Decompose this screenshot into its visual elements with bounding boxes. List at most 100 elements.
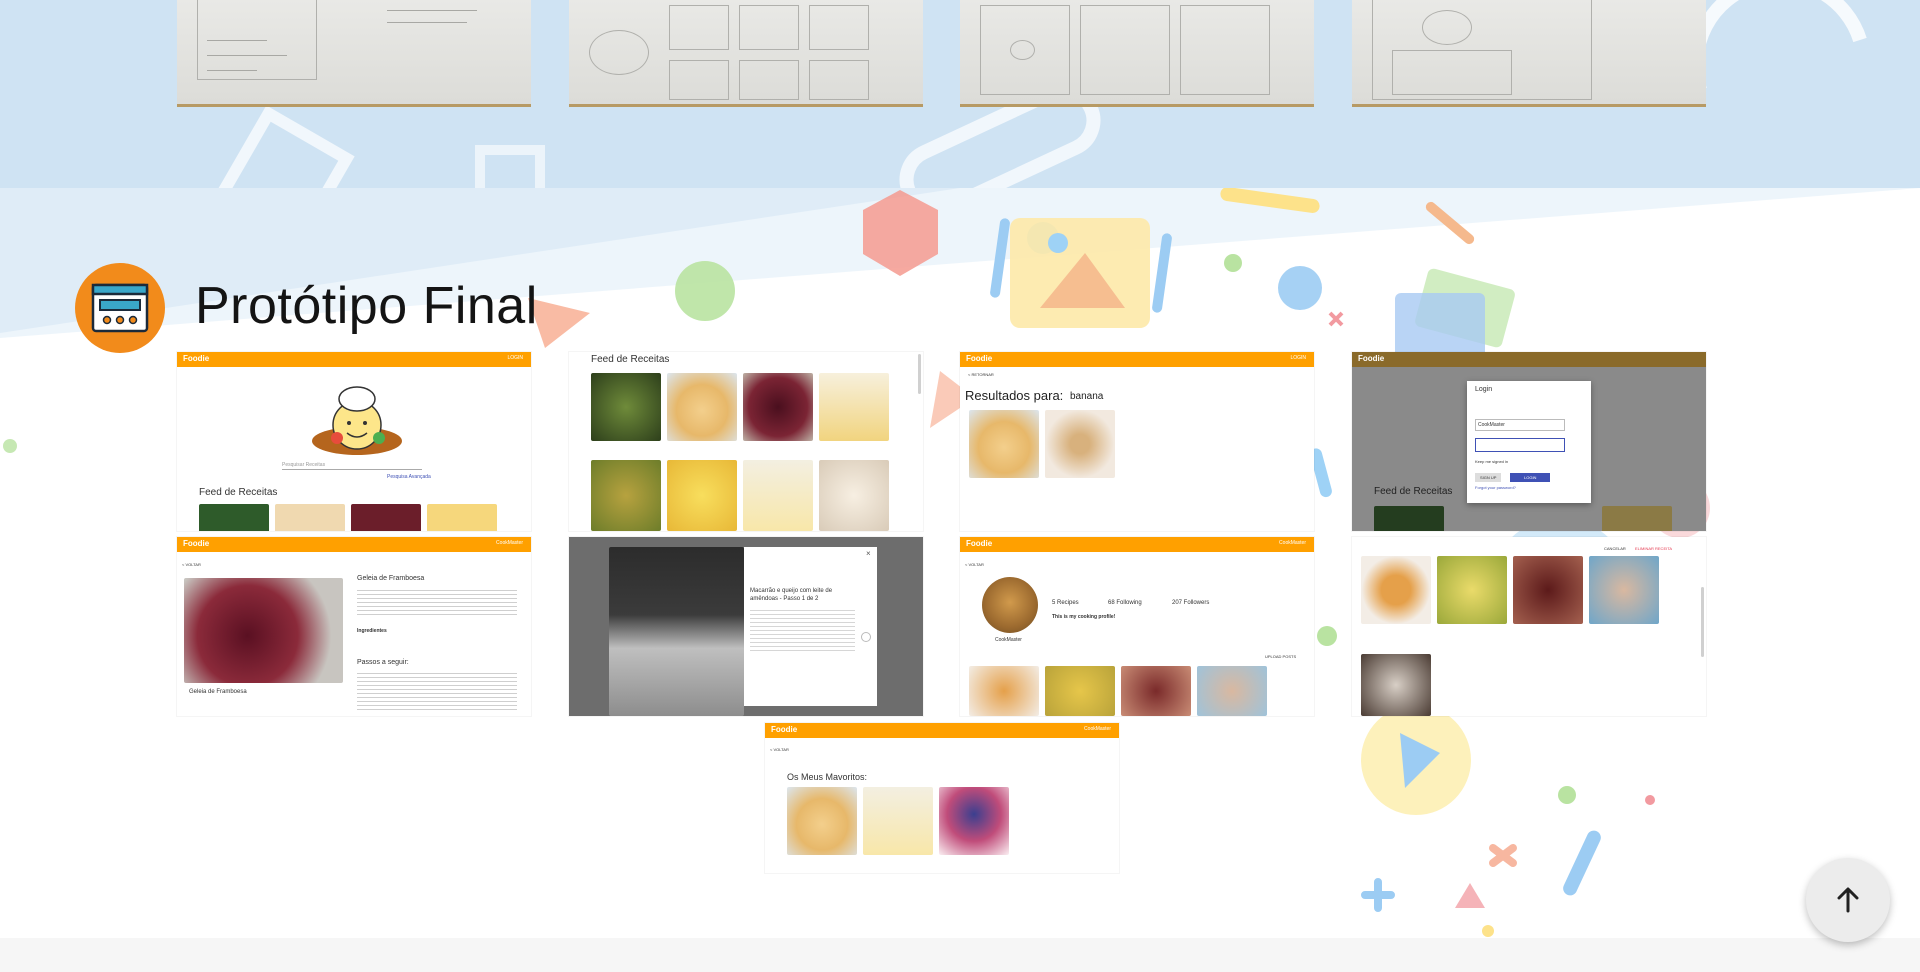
step-dialog-close[interactable]: × xyxy=(866,549,871,558)
feed-title: Feed de Receitas xyxy=(199,487,278,498)
browser-window-icon xyxy=(75,263,165,353)
scroll-to-top-button[interactable] xyxy=(1806,858,1890,942)
recipe-steps-text xyxy=(357,670,517,710)
nav-user: CookMaster xyxy=(496,540,523,546)
nav-user: CookMaster xyxy=(1084,726,1111,732)
recipe-thumb[interactable] xyxy=(1437,556,1507,624)
username-field[interactable]: CookMaster xyxy=(1475,419,1565,431)
back-link[interactable]: < VOLTAR xyxy=(182,562,201,567)
results-query: banana xyxy=(1070,391,1104,402)
screenshot-feed[interactable]: Feed de Receitas xyxy=(569,352,923,531)
login-dialog: Login CookMaster Keep me signed in SIGN … xyxy=(1467,381,1591,503)
screenshot-search-results[interactable]: Foodie LOGIN < RETORNAR Resultados para:… xyxy=(960,352,1314,531)
login-link: LOGIN xyxy=(1290,355,1306,361)
steps-heading: Passos a seguir: xyxy=(357,659,409,666)
brand-logo: Foodie xyxy=(966,539,993,548)
screenshot-favorites[interactable]: Foodie CookMaster < VOLTAR Os Meus Mavor… xyxy=(765,723,1119,873)
back-link[interactable]: < VOLTAR xyxy=(770,747,789,752)
recipe-thumb[interactable] xyxy=(743,460,813,531)
screenshot-recipe-detail[interactable]: Foodie CookMaster < VOLTAR Geleia de Fra… xyxy=(177,537,531,716)
back-link[interactable]: < RETORNAR xyxy=(968,372,994,377)
app-bar: Foodie CookMaster xyxy=(765,723,1119,738)
app-bar: Foodie LOGIN xyxy=(960,352,1314,367)
login-button[interactable]: LOGIN xyxy=(1510,473,1551,482)
step-title: Macarrão e queijo com leite de amêndoas … xyxy=(750,588,833,602)
screenshot-home[interactable]: Foodie LOGIN Pesquisar Receitas Pesquisa… xyxy=(177,352,531,531)
forgot-password-link[interactable]: Forgot your password? xyxy=(1475,485,1516,490)
recipe-thumb[interactable] xyxy=(819,373,889,441)
recipe-thumb[interactable] xyxy=(1361,654,1431,716)
favorites-title: Os Meus Mavoritos: xyxy=(787,772,868,782)
scrollbar[interactable] xyxy=(918,354,921,394)
arrow-up-icon xyxy=(1837,887,1859,913)
nav-user: CookMaster xyxy=(1279,540,1306,546)
brand-logo: Foodie xyxy=(966,354,993,363)
recipe-thumb[interactable] xyxy=(969,666,1039,716)
followers-count: 207 Followers xyxy=(1172,600,1210,606)
sketch-photo-3[interactable] xyxy=(960,0,1314,107)
recipe-text-block xyxy=(357,587,517,617)
search-input[interactable]: Pesquisar Receitas xyxy=(282,462,422,470)
login-heading: Login xyxy=(1475,386,1493,393)
app-bar: Foodie CookMaster xyxy=(177,537,531,552)
cancel-button[interactable]: CANCELAR xyxy=(1604,546,1626,551)
next-step-button[interactable] xyxy=(861,632,871,642)
recipe-thumb[interactable] xyxy=(819,460,889,531)
recipe-thumb[interactable] xyxy=(1589,556,1659,624)
recipe-thumb[interactable] xyxy=(1361,556,1431,624)
password-field[interactable] xyxy=(1475,438,1565,452)
pot-photo xyxy=(609,547,744,716)
recipe-thumb[interactable] xyxy=(199,504,269,531)
recipe-thumb[interactable] xyxy=(275,504,345,531)
app-bar: Foodie xyxy=(1352,352,1706,367)
screenshot-my-recipes[interactable]: CANCELAR ELIMINAR RECEITA xyxy=(1352,537,1706,716)
recipe-thumb[interactable] xyxy=(787,787,857,855)
recipe-thumb[interactable] xyxy=(667,460,737,531)
recipe-thumb[interactable] xyxy=(591,460,661,531)
recipe-thumb[interactable] xyxy=(427,504,497,531)
brand-logo: Foodie xyxy=(183,539,210,548)
screenshot-profile[interactable]: Foodie CookMaster < VOLTAR CookMaster 5 … xyxy=(960,537,1314,716)
recipe-thumb[interactable] xyxy=(1045,666,1115,716)
sketch-photo-1[interactable] xyxy=(177,0,531,107)
recipe-caption: Geleia de Framboesa xyxy=(189,689,247,695)
back-link[interactable]: < VOLTAR xyxy=(965,562,984,567)
recipe-thumb[interactable] xyxy=(1045,410,1115,478)
feed-title: Feed de Receitas xyxy=(1374,486,1453,497)
page-footer-strip xyxy=(0,938,1920,972)
recipe-thumb[interactable] xyxy=(969,410,1039,478)
recipe-thumb[interactable] xyxy=(743,373,813,441)
brand-logo: Foodie xyxy=(1358,354,1385,363)
feed-title: Feed de Receitas xyxy=(591,354,670,365)
scrollbar[interactable] xyxy=(1701,587,1704,657)
recipe-thumb[interactable] xyxy=(667,373,737,441)
screenshot-cooking-step[interactable]: × Macarrão e queijo com leite de amêndoa… xyxy=(569,537,923,716)
screenshot-login-dialog[interactable]: Foodie Feed de Receitas Login CookMaster… xyxy=(1352,352,1706,531)
recipe-thumb[interactable] xyxy=(1121,666,1191,716)
recipe-thumb[interactable] xyxy=(1513,556,1583,624)
recipe-title: Geleia de Framboesa xyxy=(357,575,425,582)
step-dialog: × Macarrão e queijo com leite de amêndoa… xyxy=(744,547,877,706)
app-bar: Foodie LOGIN xyxy=(177,352,531,367)
recipes-count: 5 Recipes xyxy=(1052,600,1079,606)
recipe-thumb[interactable] xyxy=(863,787,933,855)
sketch-photo-4[interactable] xyxy=(1352,0,1706,107)
signup-button[interactable]: SIGN UP xyxy=(1475,473,1502,482)
login-link: LOGIN xyxy=(507,355,523,361)
brand-logo: Foodie xyxy=(771,725,798,734)
recipe-thumb[interactable] xyxy=(939,787,1009,855)
advanced-search-link[interactable]: Pesquisa Avançada xyxy=(387,474,431,480)
recipe-thumb[interactable] xyxy=(351,504,421,531)
sketch-photo-2[interactable] xyxy=(569,0,923,107)
profile-username: CookMaster xyxy=(995,637,1022,643)
remember-checkbox[interactable]: Keep me signed in xyxy=(1475,459,1508,464)
chef-mascot-illustration xyxy=(312,386,402,455)
recipe-thumb xyxy=(1374,506,1444,531)
recipe-thumb[interactable] xyxy=(591,373,661,441)
delete-recipe-button[interactable]: ELIMINAR RECEITA xyxy=(1635,546,1672,551)
upload-posts-button[interactable]: UPLOAD POSTS xyxy=(1265,654,1296,659)
results-label: Resultados para: xyxy=(965,388,1064,403)
brand-logo: Foodie xyxy=(183,354,210,363)
section-title: Protótipo Final xyxy=(195,277,538,335)
recipe-thumb[interactable] xyxy=(1197,666,1267,716)
